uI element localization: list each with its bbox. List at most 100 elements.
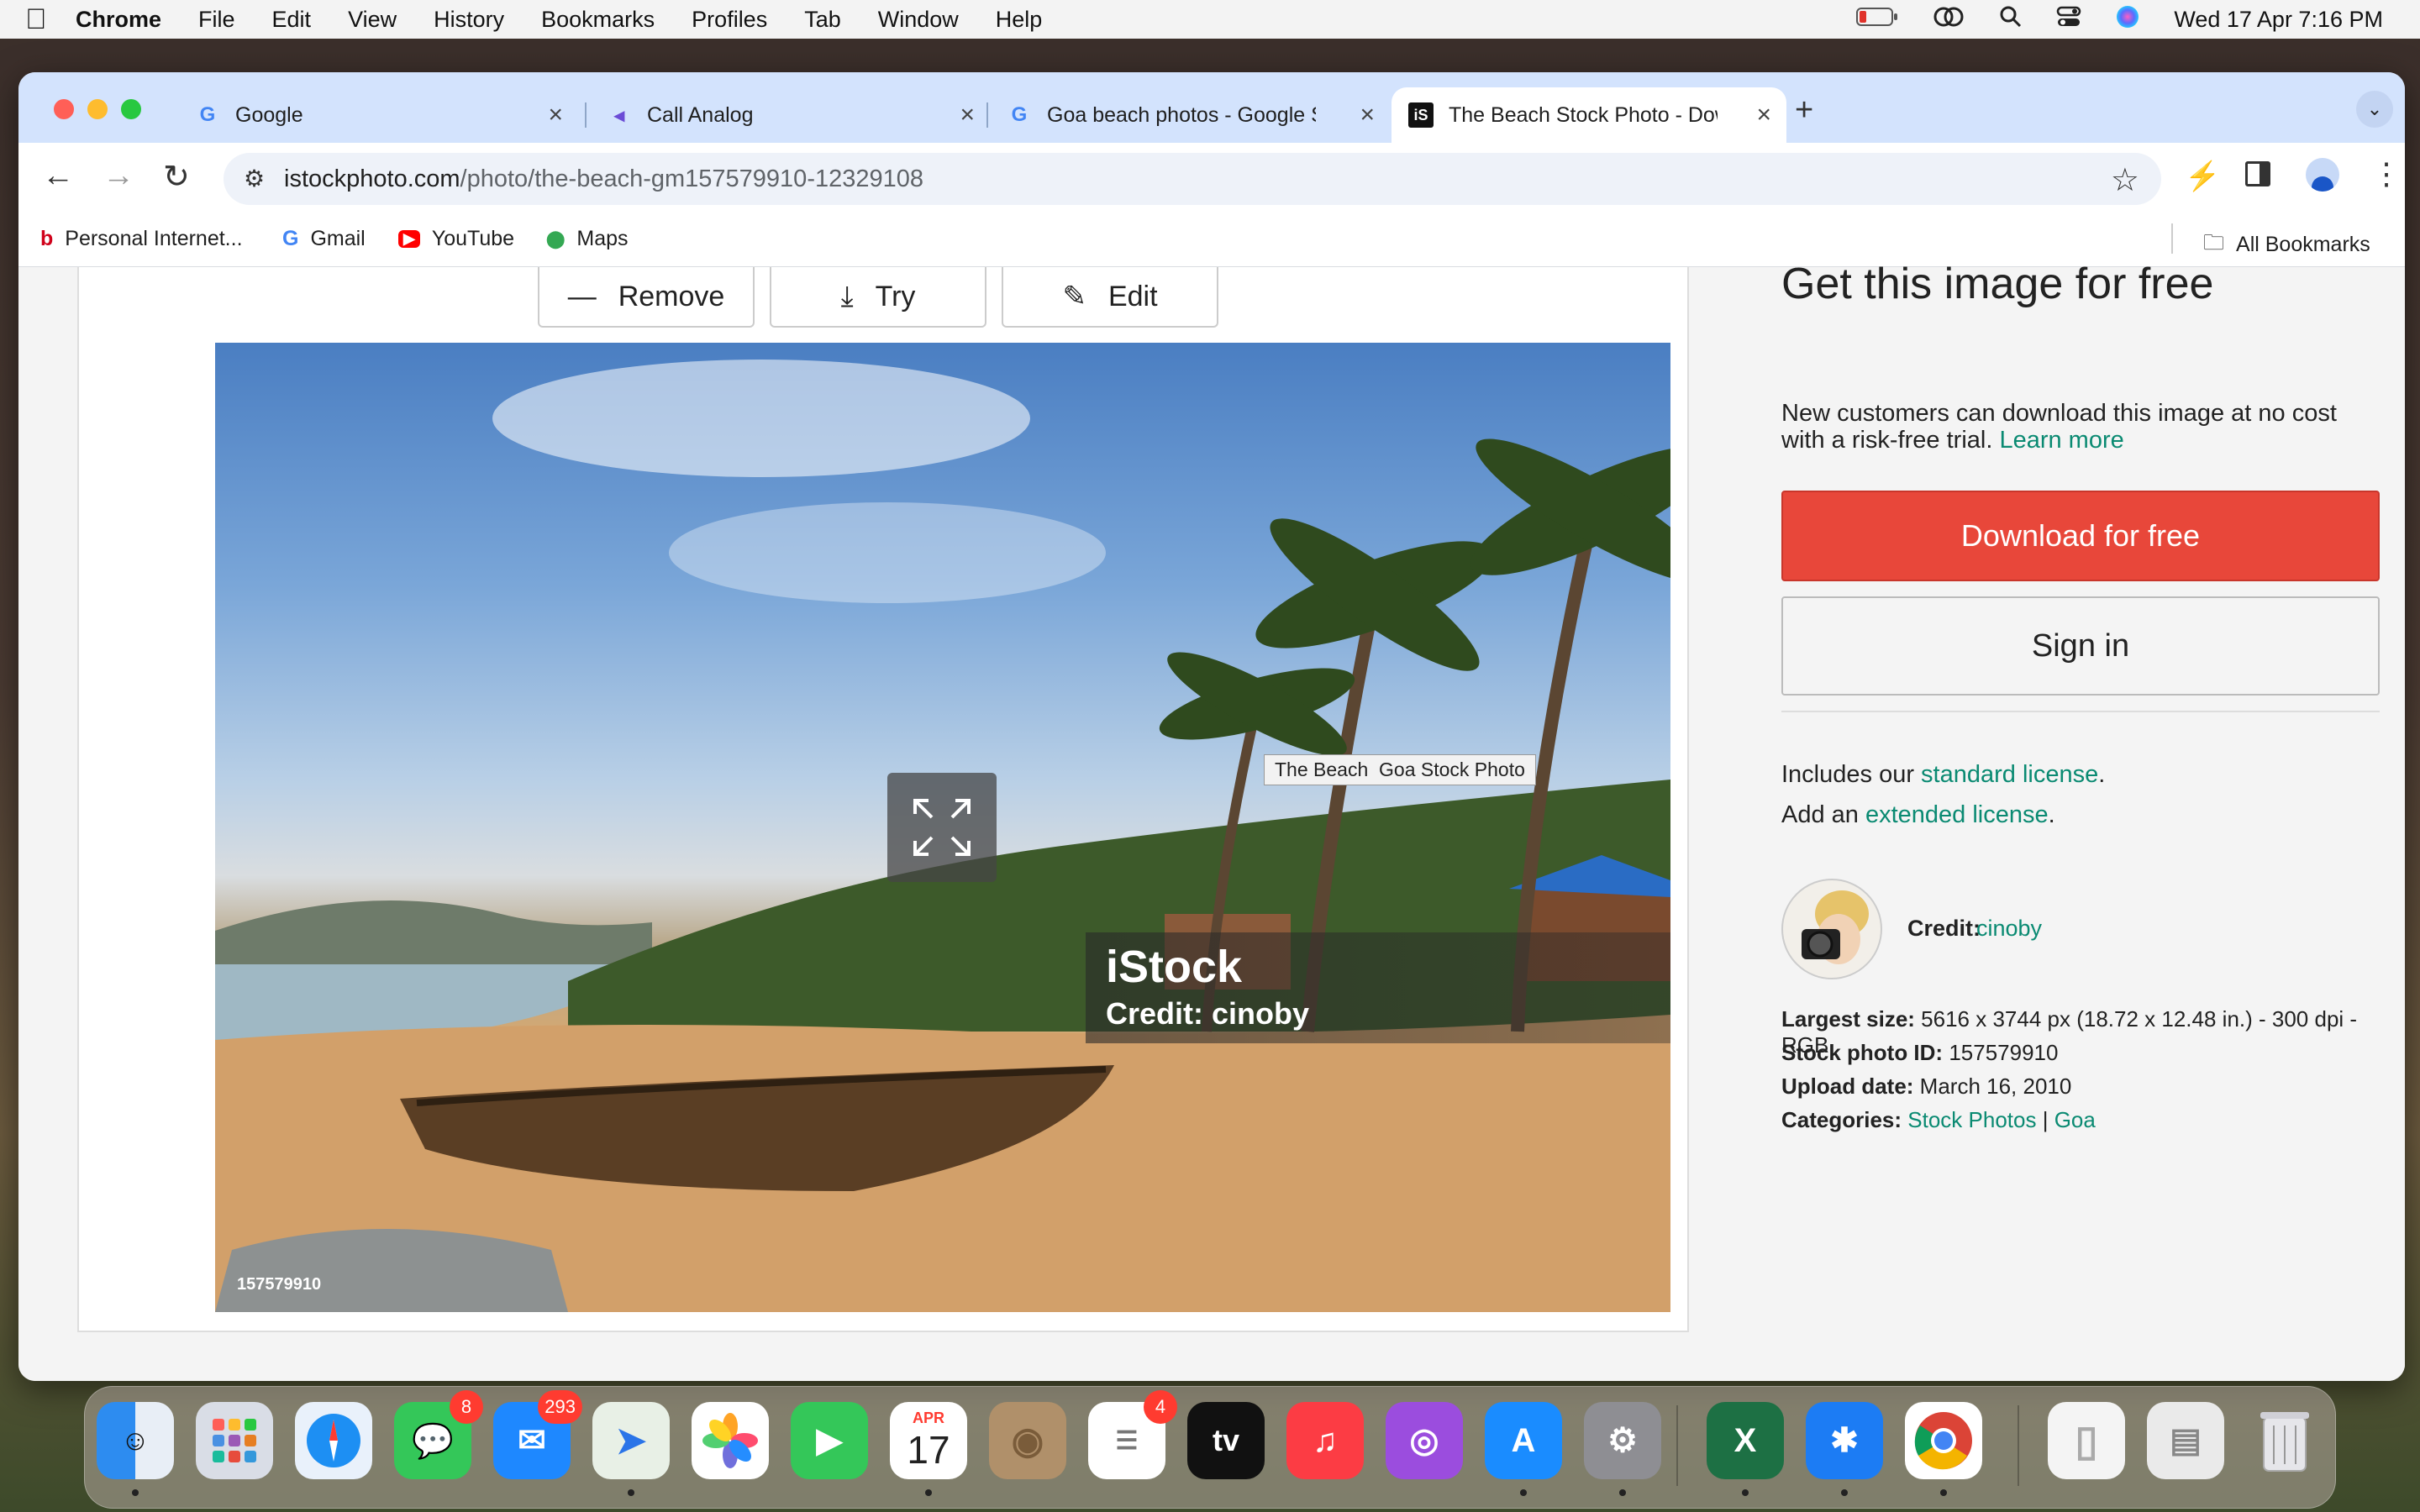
maps-icon[interactable]: ➤	[592, 1402, 670, 1479]
tab-search-chevron-icon[interactable]: ⌄	[2356, 91, 2393, 128]
zoom-window-button[interactable]	[121, 99, 141, 119]
trash-icon[interactable]	[2246, 1402, 2323, 1479]
profile-avatar-icon[interactable]	[2306, 158, 2339, 192]
bookmark-gmail[interactable]: G Gmail	[282, 227, 366, 251]
menu-chrome[interactable]: Chrome	[76, 7, 161, 33]
photos-icon[interactable]	[692, 1402, 769, 1479]
menu-file[interactable]: File	[198, 7, 235, 33]
excel-icon[interactable]: X	[1707, 1402, 1784, 1479]
menu-view[interactable]: View	[348, 7, 397, 33]
side-panel-icon[interactable]	[2245, 161, 2270, 186]
bookmark-star-icon[interactable]: ☆	[2111, 161, 2139, 199]
safari-icon[interactable]	[295, 1402, 372, 1479]
all-bookmarks-button[interactable]: 🗀 All Bookmarks	[2203, 227, 2370, 263]
minimize-window-button[interactable]	[87, 99, 108, 119]
screen-mirroring-icon[interactable]	[1932, 5, 1965, 34]
extended-license-link[interactable]: extended license	[1865, 801, 2049, 828]
learn-more-link[interactable]: Learn more	[1999, 427, 2123, 454]
contributor-link[interactable]: cinoby	[1976, 916, 2042, 942]
bookmark-label: Personal Internet...	[65, 227, 243, 250]
tab-google[interactable]: G Google ×	[178, 87, 578, 143]
menu-profiles[interactable]: Profiles	[692, 7, 767, 33]
address-host: istockphoto.com	[284, 165, 460, 192]
download-for-free-button[interactable]: Download for free	[1781, 491, 2380, 581]
apple-tv-icon[interactable]: tv	[1187, 1402, 1265, 1479]
bookmark-youtube[interactable]: ▶ YouTube	[398, 227, 514, 251]
category-goa-link[interactable]: Goa	[2054, 1107, 2096, 1132]
contributor-avatar[interactable]	[1781, 879, 1882, 979]
expand-fullscreen-icon[interactable]	[887, 773, 997, 882]
bookmark-maps[interactable]: ⬤ Maps	[546, 227, 629, 251]
tab-close-icon[interactable]: ×	[1756, 101, 1771, 129]
new-tab-plus-icon[interactable]: +	[1795, 92, 1813, 129]
bank-logo-icon: b	[40, 227, 54, 250]
music-icon[interactable]: ♫	[1286, 1402, 1364, 1479]
folder-icon: 🗀	[2203, 231, 2225, 255]
chrome-icon[interactable]	[1905, 1402, 1982, 1479]
forward-arrow-icon[interactable]: →	[103, 158, 134, 194]
tab-title: Call Analog	[647, 102, 754, 127]
tab-title: Google	[235, 102, 303, 127]
edit-label: Edit	[1107, 280, 1158, 312]
bookmark-label: Gmail	[310, 227, 366, 250]
watermark-credit: Credit: cinoby	[1106, 996, 1310, 1031]
remove-button[interactable]: — Remove	[538, 267, 755, 328]
sign-in-button[interactable]: Sign in	[1781, 596, 2380, 696]
facetime-icon[interactable]: ▶	[791, 1402, 868, 1479]
browser-window: G Google × ◂ Call Analog × G Goa beach p…	[18, 72, 2405, 1381]
address-bar[interactable]: ⚙ istockphoto.com/photo/the-beach-gm1575…	[224, 153, 2161, 205]
tab-close-icon[interactable]: ×	[1360, 101, 1375, 129]
tab-title: Goa beach photos - Google S	[1047, 102, 1316, 127]
spotlight-search-icon[interactable]	[1999, 5, 2023, 34]
bluetooth-icon[interactable]: ✱	[1806, 1402, 1883, 1479]
battery-icon[interactable]	[1856, 7, 1898, 33]
chrome-menu-icon[interactable]: ⋮	[2371, 156, 2402, 192]
system-settings-icon[interactable]: ⚙	[1584, 1402, 1661, 1479]
screenshot-stack-icon[interactable]: ▤	[2147, 1402, 2224, 1479]
remove-label: Remove	[618, 280, 725, 312]
control-center-icon[interactable]	[2056, 5, 2081, 34]
podcasts-icon[interactable]: ◎	[1386, 1402, 1463, 1479]
menubar-clock[interactable]: Wed 17 Apr 7:16 PM	[2174, 7, 2383, 33]
app-store-icon[interactable]: A	[1485, 1402, 1562, 1479]
reminders-icon[interactable]: ☰ 4	[1088, 1390, 1177, 1479]
try-button[interactable]: ⤓ Try	[770, 267, 986, 328]
menu-tab[interactable]: Tab	[804, 7, 841, 33]
offer-heading: Get this image for free	[1781, 260, 2214, 308]
offer-desc-line2: with a risk-free trial. Learn more	[1781, 427, 2124, 454]
standard-license-link[interactable]: standard license	[1921, 761, 2098, 788]
siri-icon[interactable]	[2115, 4, 2140, 35]
bookmark-personal-internet[interactable]: b Personal Internet...	[40, 227, 243, 251]
menu-history[interactable]: History	[434, 7, 504, 33]
category-stock-photos-link[interactable]: Stock Photos	[1907, 1107, 2036, 1132]
messages-icon[interactable]: 💬 8	[394, 1390, 483, 1479]
tab-close-icon[interactable]: ×	[960, 101, 975, 129]
mail-badge: 293	[538, 1390, 582, 1424]
edit-button[interactable]: ✎ Edit	[1002, 267, 1218, 328]
tab-istock-the-beach[interactable]: iS The Beach Stock Photo - Dow ×	[1392, 87, 1786, 143]
finder-icon[interactable]: ☺	[97, 1402, 174, 1479]
menu-help[interactable]: Help	[996, 7, 1043, 33]
tab-close-icon[interactable]: ×	[548, 101, 563, 129]
document-icon[interactable]: ▯	[2048, 1402, 2125, 1479]
call-analog-favicon-icon: ◂	[613, 103, 625, 127]
apple-menu-icon[interactable]: 	[25, 3, 76, 36]
beach-photo[interactable]: The Beach Goa Stock Photo iStock Credit:…	[215, 343, 1670, 1312]
tab-goa-beach-photos[interactable]: G Goa beach photos - Google S ×	[990, 87, 1390, 143]
menu-bookmarks[interactable]: Bookmarks	[541, 7, 655, 33]
performance-icon[interactable]: ⚡	[2185, 160, 2220, 193]
close-window-button[interactable]	[54, 99, 74, 119]
mail-icon[interactable]: ✉ 293	[493, 1390, 582, 1479]
site-info-icon[interactable]: ⚙	[244, 165, 265, 192]
minus-icon: —	[567, 280, 597, 312]
back-arrow-icon[interactable]: ←	[42, 158, 74, 194]
reload-icon[interactable]: ↻	[163, 158, 190, 196]
menu-edit[interactable]: Edit	[272, 7, 312, 33]
contacts-icon[interactable]: ◉	[989, 1402, 1066, 1479]
calendar-icon[interactable]: APR 17	[890, 1402, 967, 1479]
google-favicon-icon: G	[199, 103, 216, 126]
edit-pencil-icon: ✎	[1062, 281, 1086, 312]
tab-call-analog[interactable]: ◂ Call Analog ×	[590, 87, 990, 143]
launchpad-icon[interactable]	[196, 1402, 273, 1479]
menu-window[interactable]: Window	[878, 7, 959, 33]
